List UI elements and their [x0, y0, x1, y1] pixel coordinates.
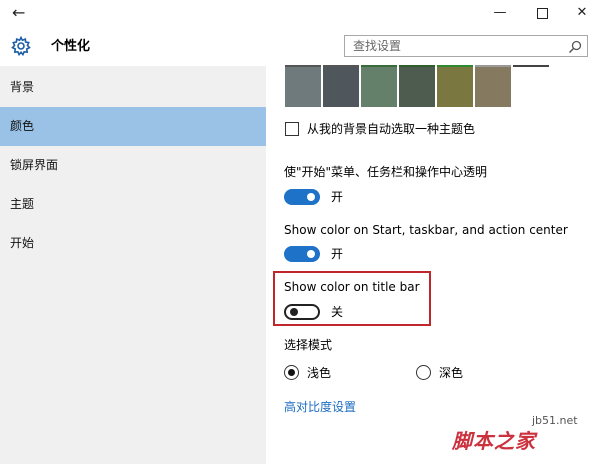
accent-color-swatch[interactable]: [437, 67, 473, 107]
transparency-state: 开: [331, 190, 344, 204]
toggle-knob: [307, 250, 315, 258]
sidebar-item-colors[interactable]: 颜色: [0, 107, 266, 146]
show-color-title-state: 关: [331, 305, 344, 319]
show-color-start-label: Show color on Start, taskbar, and action…: [284, 223, 568, 237]
sidebar-item-background[interactable]: 背景: [0, 68, 266, 107]
mode-label: 选择模式: [284, 338, 333, 352]
dark-mode-radio[interactable]: [416, 365, 431, 380]
accent-color-swatch[interactable]: [285, 67, 321, 107]
accent-color-swatch[interactable]: [323, 67, 359, 107]
sidebar-item-lock-screen[interactable]: 锁屏界面: [0, 146, 266, 185]
show-color-title-toggle[interactable]: [284, 304, 320, 320]
light-mode-radio[interactable]: [284, 365, 299, 380]
accent-color-swatch[interactable]: [361, 67, 397, 107]
accent-color-swatch[interactable]: [475, 67, 511, 107]
search-icon[interactable]: [568, 39, 582, 54]
search-placeholder: 查找设置: [353, 39, 402, 53]
high-contrast-link[interactable]: 高对比度设置: [284, 400, 356, 414]
back-arrow-icon[interactable]: ←: [12, 3, 25, 23]
show-color-start-toggle[interactable]: [284, 246, 320, 262]
watermark-logo: 脚本之家: [452, 429, 536, 453]
close-button[interactable]: ✕: [570, 4, 594, 22]
auto-color-label: 从我的背景自动选取一种主题色: [307, 122, 476, 136]
dark-mode-label: 深色: [439, 366, 464, 380]
search-input[interactable]: 查找设置: [344, 35, 588, 57]
show-color-start-state: 开: [331, 247, 344, 261]
sidebar-item-start[interactable]: 开始: [0, 224, 266, 263]
sidebar-item-themes[interactable]: 主题: [0, 185, 266, 224]
toggle-knob: [290, 308, 298, 316]
minimize-button[interactable]: —: [488, 4, 512, 22]
transparency-toggle[interactable]: [284, 189, 320, 205]
light-mode-label: 浅色: [307, 366, 332, 380]
sidebar-item-label: 主题: [10, 197, 35, 211]
maximize-icon: [536, 8, 548, 19]
accent-color-swatch[interactable]: [399, 67, 435, 107]
auto-color-checkbox[interactable]: [285, 122, 299, 136]
sidebar-item-label: 开始: [10, 236, 35, 250]
sidebar-item-label: 颜色: [10, 119, 35, 133]
swatch-top-edge: [513, 65, 549, 67]
sidebar-item-label: 锁屏界面: [10, 158, 59, 172]
gear-icon: [11, 35, 31, 57]
sidebar: 背景 颜色 锁屏界面 主题 开始: [0, 66, 266, 464]
sidebar-item-label: 背景: [10, 80, 35, 94]
page-title: 个性化: [51, 39, 91, 54]
maximize-button[interactable]: [530, 4, 554, 22]
title-bar: ← — ✕: [0, 0, 600, 28]
toggle-knob: [307, 193, 315, 201]
watermark-url: jb51.net: [532, 414, 578, 427]
transparency-label: 使"开始"菜单、任务栏和操作中心透明: [284, 165, 488, 179]
show-color-title-label: Show color on title bar: [284, 280, 420, 294]
